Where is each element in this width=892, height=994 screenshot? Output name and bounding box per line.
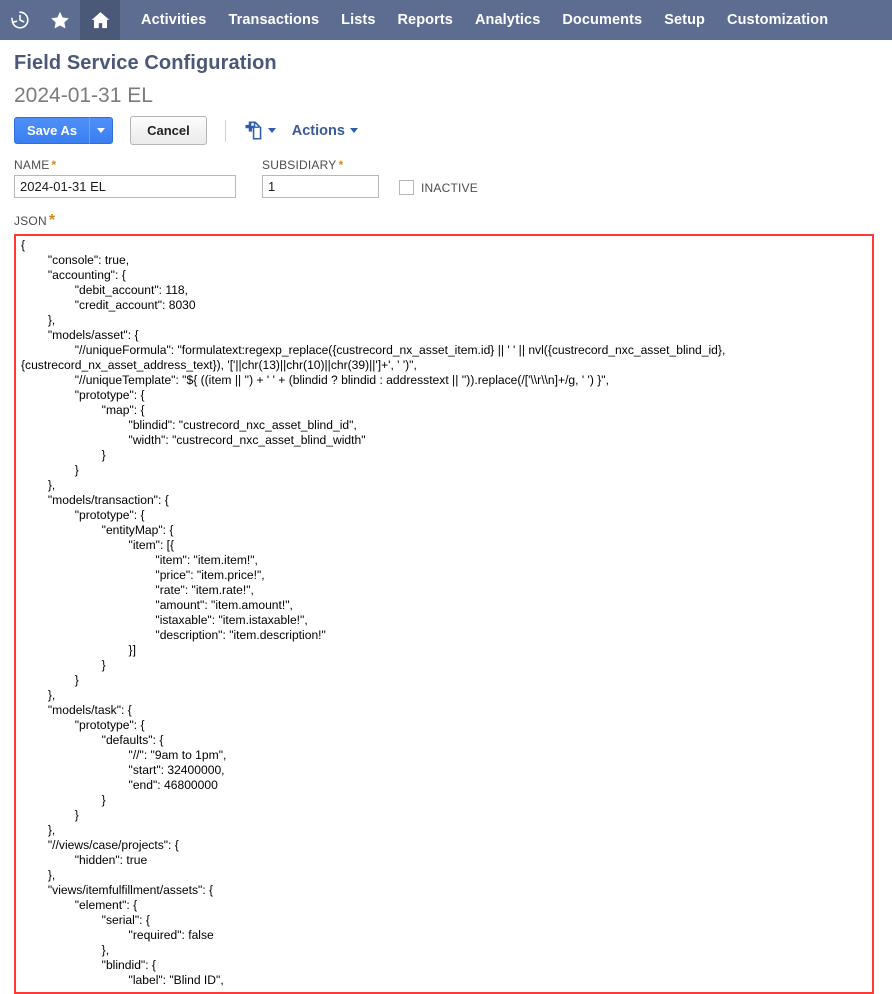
favorites-star-icon[interactable] — [40, 0, 80, 40]
chevron-down-icon — [267, 128, 276, 133]
inactive-checkbox[interactable] — [399, 180, 414, 195]
required-marker: * — [51, 158, 57, 172]
subsidiary-field-label: SUBSIDIARY * — [262, 158, 379, 172]
name-label-text: NAME — [14, 158, 50, 172]
record-title: 2024-01-31 EL — [14, 84, 153, 107]
nav-link-analytics[interactable]: Analytics — [464, 0, 551, 40]
cancel-button[interactable]: Cancel — [130, 116, 207, 145]
actions-menu-button[interactable]: Actions — [292, 123, 358, 139]
subsidiary-field-group: SUBSIDIARY * — [262, 158, 379, 198]
nav-link-lists[interactable]: Lists — [330, 0, 386, 40]
chevron-down-icon — [97, 128, 106, 133]
subsidiary-label-text: SUBSIDIARY — [262, 158, 337, 172]
nav-link-customization[interactable]: Customization — [716, 0, 839, 40]
form-fields-row: NAME* SUBSIDIARY* INACTIVE — [14, 158, 878, 198]
nav-link-reports[interactable]: Reports — [386, 0, 464, 40]
name-input[interactable] — [14, 175, 236, 198]
action-toolbar: Save As Cancel Actions — [14, 116, 878, 145]
toolbar-divider — [224, 119, 226, 142]
chevron-down-icon — [349, 128, 358, 133]
new-document-icon — [245, 121, 262, 140]
recent-history-glyph — [11, 11, 29, 29]
subsidiary-input[interactable] — [262, 175, 379, 198]
json-field-label-row: JSON * — [14, 212, 878, 230]
recent-history-icon[interactable] — [0, 0, 40, 40]
required-marker: * — [338, 158, 344, 172]
actions-label: Actions — [291, 122, 345, 139]
nav-link-activities[interactable]: Activities — [130, 0, 217, 40]
json-textarea[interactable] — [16, 236, 872, 992]
favorites-star-glyph — [51, 11, 69, 29]
save-as-dropdown-button[interactable] — [89, 117, 114, 144]
json-label-text: JSON — [14, 214, 47, 228]
inactive-checkbox-group: INACTIVE — [399, 180, 478, 198]
inactive-label: INACTIVE — [421, 180, 478, 195]
nav-link-setup[interactable]: Setup — [653, 0, 716, 40]
save-as-button[interactable]: Save As — [14, 117, 90, 144]
home-icon[interactable] — [80, 0, 120, 40]
name-field-group: NAME * — [14, 158, 236, 198]
json-field-wrapper — [14, 234, 874, 994]
top-navigation-bar: Activities Transactions Lists Reports An… — [0, 0, 892, 40]
save-as-split-button: Save As — [14, 117, 114, 144]
home-glyph — [91, 11, 109, 28]
name-field-label: NAME * — [14, 158, 236, 172]
required-marker: * — [48, 212, 56, 229]
page-body: Field Service Configuration 2024-01-31 E… — [0, 52, 892, 994]
nav-link-documents[interactable]: Documents — [551, 0, 653, 40]
nav-link-transactions[interactable]: Transactions — [217, 0, 330, 40]
nav-links: Activities Transactions Lists Reports An… — [130, 0, 839, 40]
new-document-button[interactable] — [242, 120, 276, 141]
page-title: Field Service Configuration — [14, 52, 277, 74]
